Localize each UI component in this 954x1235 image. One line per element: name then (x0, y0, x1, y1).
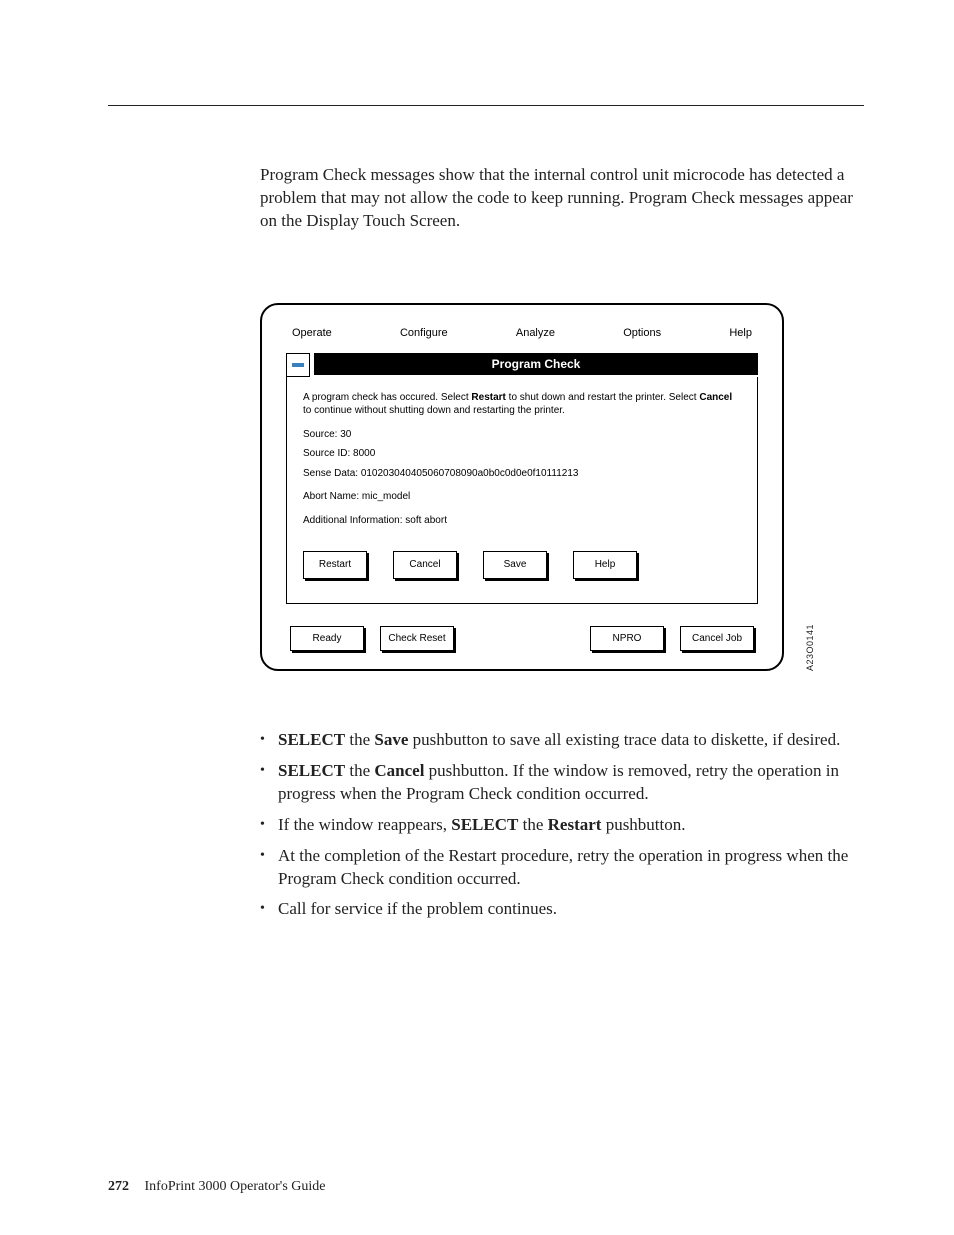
bold-select: SELECT (451, 815, 518, 834)
cancel-button[interactable]: Cancel (393, 551, 457, 579)
minimize-button[interactable] (286, 353, 310, 377)
menu-operate[interactable]: Operate (292, 327, 332, 339)
list-item: If the window reappears, SELECT the Rest… (260, 814, 864, 837)
text: the (345, 761, 374, 780)
figure-wrap: Operate Configure Analyze Options Help P… (260, 303, 795, 671)
dialog-message: A program check has occured. Select Rest… (303, 391, 741, 418)
menu-configure[interactable]: Configure (400, 327, 448, 339)
help-button[interactable]: Help (573, 551, 637, 579)
save-button[interactable]: Save (483, 551, 547, 579)
cancel-job-button[interactable]: Cancel Job (680, 626, 754, 651)
touch-screen-figure: Operate Configure Analyze Options Help P… (260, 303, 784, 671)
dialog-button-row: Restart Cancel Save Help (303, 551, 741, 579)
msg-cancel-bold: Cancel (699, 392, 732, 403)
bold-restart: Restart (548, 815, 602, 834)
minimize-icon (292, 363, 304, 367)
list-item: Call for service if the problem continue… (260, 898, 864, 921)
text: If the window reappears, (278, 815, 451, 834)
page-footer: 272 InfoPrint 3000 Operator's Guide (108, 1179, 326, 1195)
list-item: SELECT the Cancel pushbutton. If the win… (260, 760, 864, 806)
addl-line: Additional Information: soft abort (303, 514, 741, 528)
list-item: At the completion of the Restart procedu… (260, 845, 864, 891)
text: the (518, 815, 547, 834)
abort-line: Abort Name: mic_model (303, 490, 741, 504)
list-item: SELECT the Save pushbutton to save all e… (260, 729, 864, 752)
bold-cancel: Cancel (374, 761, 424, 780)
top-rule (108, 105, 864, 106)
menubar: Operate Configure Analyze Options Help (262, 305, 782, 349)
intro-paragraph: Program Check messages show that the int… (260, 164, 864, 233)
menu-help[interactable]: Help (729, 327, 752, 339)
panel-title: Program Check (314, 353, 758, 375)
text: pushbutton. (601, 815, 685, 834)
check-reset-button[interactable]: Check Reset (380, 626, 454, 651)
msg-restart-bold: Restart (471, 392, 505, 403)
ready-button[interactable]: Ready (290, 626, 364, 651)
panel-body: A program check has occured. Select Rest… (286, 377, 758, 604)
msg-text: to shut down and restart the printer. Se… (506, 392, 699, 403)
menu-analyze[interactable]: Analyze (516, 327, 555, 339)
menu-options[interactable]: Options (623, 327, 661, 339)
msg-text: A program check has occured. Select (303, 392, 471, 403)
instruction-list: SELECT the Save pushbutton to save all e… (260, 729, 864, 922)
figure-id-label: A23O0141 (805, 624, 815, 671)
source-id-line: Source ID: 8000 (303, 447, 741, 461)
restart-button[interactable]: Restart (303, 551, 367, 579)
bold-save: Save (374, 730, 408, 749)
msg-text: to continue without shutting down and re… (303, 405, 565, 416)
text: pushbutton to save all existing trace da… (408, 730, 840, 749)
sense-line: Sense Data: 010203040405060708090a0b0c0d… (303, 467, 741, 481)
bold-select: SELECT (278, 761, 345, 780)
footer-title: InfoPrint 3000 Operator's Guide (145, 1179, 326, 1194)
source-line: Source: 30 (303, 428, 741, 442)
bold-select: SELECT (278, 730, 345, 749)
bottom-button-row: Ready Check Reset NPRO Cancel Job (262, 604, 782, 651)
page-number: 272 (108, 1179, 129, 1194)
text: the (345, 730, 374, 749)
program-check-panel: Program Check A program check has occure… (286, 353, 758, 604)
npro-button[interactable]: NPRO (590, 626, 664, 651)
